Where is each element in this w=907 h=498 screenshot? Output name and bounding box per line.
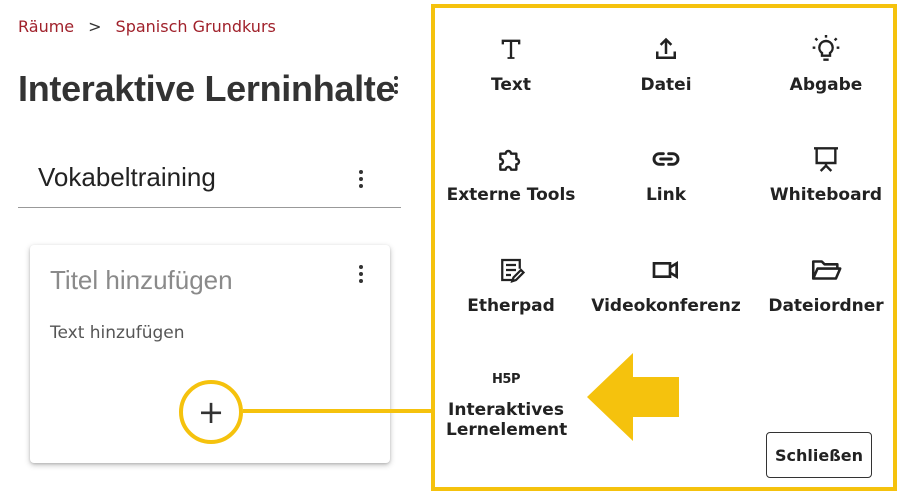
- tool-label: Datei: [640, 75, 692, 95]
- page-title: Interaktive Lerninhalte: [18, 68, 396, 109]
- page-menu-icon[interactable]: [391, 76, 401, 94]
- tool-label: Externe Tools: [446, 185, 576, 205]
- presentation-board-icon: [810, 142, 842, 176]
- tool-label: Text: [491, 75, 531, 95]
- section-title[interactable]: Vokabeltraining: [38, 162, 216, 193]
- tool-whiteboard[interactable]: Whiteboard: [746, 142, 906, 205]
- breadcrumb: Räume > Spanisch Grundkurs: [18, 17, 276, 36]
- video-camera-icon: [650, 253, 682, 287]
- breadcrumb-separator: >: [88, 17, 102, 36]
- tool-label: Videokonferenz: [591, 296, 741, 316]
- tool-interactive-element[interactable]: H5P Interaktives Lernelement: [426, 362, 586, 441]
- tool-text[interactable]: Text: [431, 32, 591, 95]
- close-button[interactable]: Schließen: [766, 432, 872, 478]
- h5p-icon: H5P: [492, 371, 520, 387]
- tool-label: Dateiordner: [768, 296, 884, 316]
- tool-etherpad[interactable]: Etherpad: [431, 253, 591, 316]
- arrow-left-icon: [587, 353, 679, 441]
- tool-external-tools[interactable]: Externe Tools: [431, 142, 591, 205]
- upload-icon: [651, 32, 681, 66]
- tool-file[interactable]: Datei: [586, 32, 746, 95]
- section-menu-icon[interactable]: [356, 170, 366, 188]
- section-divider: [18, 207, 401, 208]
- card-title-placeholder[interactable]: Titel hinzufügen: [50, 265, 233, 296]
- tool-label: Abgabe: [789, 75, 863, 95]
- breadcrumb-link-rooms[interactable]: Räume: [18, 17, 74, 36]
- tool-label: Etherpad: [467, 296, 555, 316]
- link-icon: [650, 142, 682, 176]
- highlight-connector: [243, 409, 433, 413]
- tool-video-conference[interactable]: Videokonferenz: [586, 253, 746, 316]
- tool-link[interactable]: Link: [586, 142, 746, 205]
- puzzle-icon: [495, 142, 527, 176]
- tool-label: Interaktives Lernelement: [446, 400, 568, 440]
- tool-label: Whiteboard: [769, 185, 883, 205]
- folder-open-icon: [809, 253, 843, 287]
- card-menu-icon[interactable]: [356, 265, 366, 283]
- tool-label: Link: [645, 185, 687, 205]
- add-element-button[interactable]: +: [186, 387, 236, 437]
- text-icon: [497, 32, 525, 66]
- breadcrumb-link-course[interactable]: Spanisch Grundkurs: [116, 17, 276, 36]
- card-text-placeholder[interactable]: Text hinzufügen: [50, 323, 185, 343]
- document-edit-icon: [496, 253, 526, 287]
- tool-folder[interactable]: Dateiordner: [746, 253, 906, 316]
- tool-submission[interactable]: Abgabe: [746, 32, 906, 95]
- lightbulb-icon: [810, 32, 842, 66]
